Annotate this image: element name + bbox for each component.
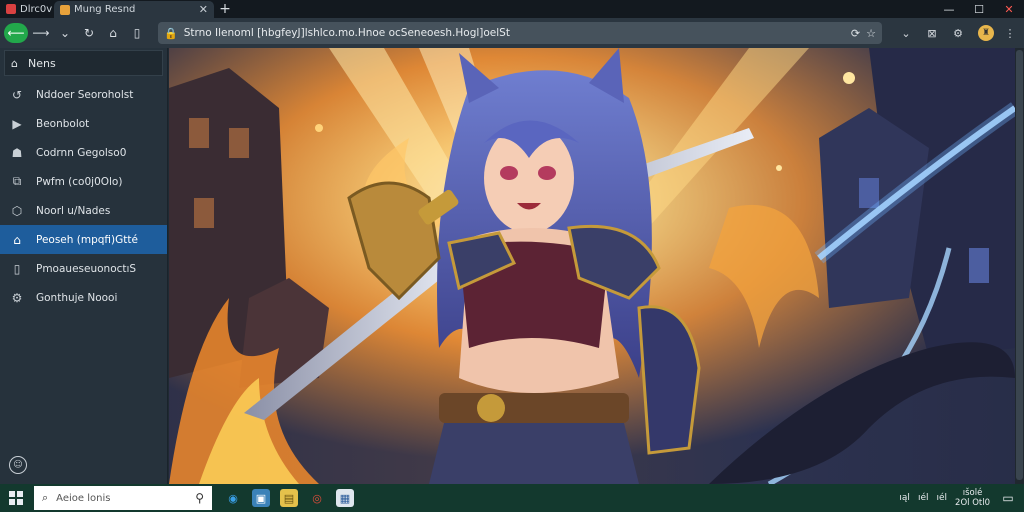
tab-label: Dlrc0v [20, 3, 53, 15]
home-icon: ⌂ [13, 232, 21, 247]
sidebar-item-2[interactable]: ☗ Codrnn Gegolso0 [0, 138, 167, 167]
sidebar-item-3[interactable]: ⧉ Pwfm (co0j0Olo) [0, 167, 167, 196]
clock[interactable]: ıšolé 2Ol Otl0 [955, 488, 990, 508]
settings-icon[interactable]: ⚙ [948, 23, 968, 43]
sidebar-header-button[interactable]: ⌂ Nens [4, 50, 163, 76]
back-button[interactable]: ⟵ [4, 23, 28, 43]
sidebar-item-5-selected[interactable]: ⌂ Peoseh (mpqfi)Gtté [0, 225, 167, 254]
home-icon[interactable]: ⌂ [102, 22, 124, 44]
sidebar: ⌂ Nens ↺ Nddoer Seoroholst ▶ Beonbolot ☗… [0, 48, 168, 484]
minimize-button[interactable]: — [934, 0, 964, 18]
menu-icon[interactable]: ⋮ [1000, 23, 1020, 43]
sidebar-item-label: PmoaueseuonoctıS [36, 262, 137, 275]
clock-time: ıšolé [962, 488, 983, 498]
profile-avatar[interactable]: ♜ [978, 25, 994, 41]
tab-strip: Dlrc0v Mung Resnd ✕ + — ☐ ✕ [0, 0, 1024, 18]
sidebar-item-4[interactable]: ⬡ Noorl u/Nades [0, 196, 167, 225]
tab-view-icon[interactable]: ▯ [126, 22, 148, 44]
search-placeholder: Aeioe lonis [56, 492, 111, 504]
window-controls: — ☐ ✕ [934, 0, 1024, 18]
sidebar-item-6[interactable]: ▯ PmoaueseuonoctıS [0, 254, 167, 283]
tray-network-icon[interactable]: ıąl [899, 493, 910, 503]
forward-icon[interactable]: ⟶ [30, 22, 52, 44]
store-icon[interactable]: ▦ [336, 489, 354, 507]
start-button[interactable] [0, 484, 32, 512]
cloud-icon: ☗ [11, 145, 23, 160]
sidebar-item-label: Codrnn Gegolso0 [36, 146, 127, 159]
chrome-icon[interactable]: ◎ [308, 489, 326, 507]
windows-logo-icon [9, 491, 23, 505]
search-icon: ⌕ [42, 491, 49, 504]
os-taskbar: ⌕ Aeioe lonis ⚲ ◉ ▣ ▤ ◎ ▦ ıąl ıél ıél ıš… [0, 484, 1024, 512]
sidebar-item-label: Nddoer Seoroholst [36, 88, 134, 101]
cast-icon[interactable]: ⊠ [922, 23, 942, 43]
browser-toolbar: ⟵ ⟶ ⌄ ↻ ⌂ ▯ 🔒 Strno Ilenoml [hbgfeyJ]lsh… [0, 18, 1024, 48]
tab-0[interactable]: Dlrc0v [0, 0, 54, 18]
favicon-icon [60, 4, 70, 15]
shield-icon[interactable]: ⌄ [896, 23, 916, 43]
home-icon: ⌂ [11, 56, 18, 70]
sidebar-item-label: Gonthuje Noooi [36, 291, 118, 304]
dropdown-icon[interactable]: ⌄ [54, 22, 76, 44]
tab-label: Mung Resnd [74, 4, 136, 15]
folder-icon[interactable]: ▤ [280, 489, 298, 507]
page-content-artwork [169, 48, 1015, 484]
address-bar[interactable]: 🔒 Strno Ilenoml [hbgfeyJ]lshlco.mo.Hnoe … [158, 22, 882, 44]
settings-icon: ⚙ [11, 290, 23, 305]
sidebar-header-label: Nens [27, 56, 56, 70]
extension-icon[interactable]: ⟳ [851, 27, 860, 40]
sidebar-item-label: Beonbolot [36, 117, 90, 130]
notification-icon[interactable]: ▭ [998, 491, 1018, 505]
sidebar-item-7[interactable]: ⚙ Gonthuje Noooi [0, 283, 167, 312]
close-tab-icon[interactable]: ✕ [199, 3, 208, 16]
settings-gear-icon[interactable]: ☺ [9, 456, 27, 474]
clock-date: 2Ol Otl0 [955, 498, 990, 508]
favicon-icon [6, 4, 16, 14]
maximize-button[interactable]: ☐ [964, 0, 994, 18]
search-glass-icon[interactable]: ⚲ [195, 491, 204, 505]
pinned-apps: ◉ ▣ ▤ ◎ ▦ [224, 489, 354, 507]
close-window-button[interactable]: ✕ [994, 0, 1024, 18]
image-icon: ⧉ [12, 174, 22, 188]
history-icon: ↺ [11, 87, 23, 102]
sidebar-item-0[interactable]: ↺ Nddoer Seoroholst [0, 80, 167, 109]
scrollbar-thumb[interactable] [1016, 50, 1023, 480]
sidebar-item-label: Noorl u/Nades [36, 204, 111, 217]
taskbar-search-input[interactable]: ⌕ Aeioe lonis ⚲ [34, 486, 212, 510]
lock-icon: 🔒 [164, 26, 178, 40]
bookmark-star-icon[interactable]: ☆ [866, 27, 876, 40]
tab-1-active[interactable]: Mung Resnd ✕ [54, 1, 214, 18]
sidebar-item-1[interactable]: ▶ Beonbolot [0, 109, 167, 138]
new-tab-button[interactable]: + [214, 0, 236, 18]
sidebar-item-label: Peoseh (mpqfi)Gtté [36, 233, 138, 246]
file-explorer-icon[interactable]: ▣ [252, 489, 270, 507]
play-icon: ▶ [12, 116, 22, 131]
document-icon: ▯ [13, 261, 21, 276]
url-text[interactable]: Strno Ilenoml [hbgfeyJ]lshlco.mo.Hnoe oc… [184, 27, 845, 39]
sidebar-item-label: Pwfm (co0j0Olo) [36, 175, 123, 188]
system-tray: ıąl ıél ıél ıšolé 2Ol Otl0 ▭ [899, 488, 1024, 508]
content-scrollbar[interactable] [1015, 48, 1024, 484]
tray-volume-icon[interactable]: ıél [918, 493, 929, 503]
refresh-icon[interactable]: ↻ [78, 22, 100, 44]
tray-battery-icon[interactable]: ıél [936, 493, 947, 503]
warrior-illustration [169, 48, 1015, 484]
shape-icon: ⬡ [11, 203, 23, 218]
toolbar-actions: ⌄ ⊠ ⚙ ♜ ⋮ [896, 23, 1020, 43]
edge-browser-icon[interactable]: ◉ [224, 489, 242, 507]
